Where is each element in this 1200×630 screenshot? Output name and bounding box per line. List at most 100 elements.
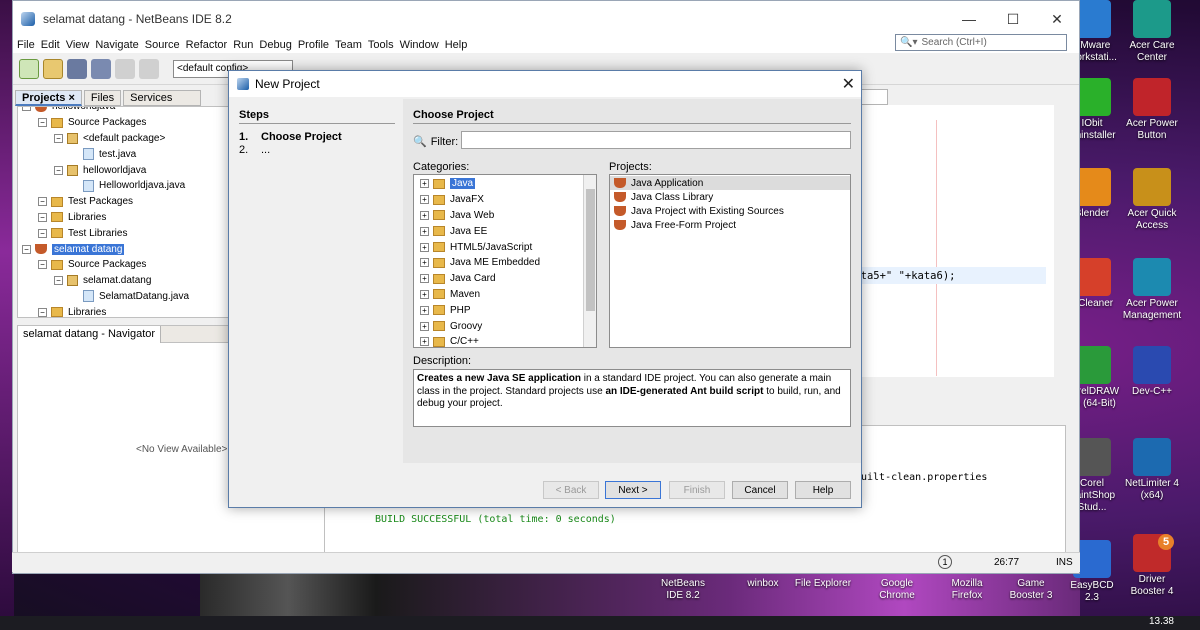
desktop-icon[interactable]: Dev-C++: [1122, 346, 1182, 398]
tree-node[interactable]: SelamatDatang.java: [18, 289, 231, 305]
category-item[interactable]: + HTML5/JavaScript: [414, 239, 596, 255]
tree-node[interactable]: − selamat datang: [18, 241, 231, 257]
minimize-button[interactable]: —: [947, 11, 991, 27]
expand-toggle-icon[interactable]: +: [420, 337, 429, 347]
menu-profile[interactable]: Profile: [298, 39, 329, 51]
expand-toggle-icon[interactable]: +: [420, 195, 429, 205]
open-project-icon[interactable]: [67, 58, 87, 79]
expand-toggle-icon[interactable]: +: [420, 274, 429, 284]
tree-node[interactable]: − Test Packages: [18, 194, 231, 210]
scrollbar-thumb[interactable]: [586, 189, 595, 311]
expand-toggle-icon[interactable]: −: [38, 307, 47, 317]
category-item[interactable]: + Maven: [414, 287, 596, 303]
menu-debug[interactable]: Debug: [259, 39, 291, 51]
tab-close-icon[interactable]: ×: [68, 92, 74, 104]
desktop-icon-label[interactable]: File Explorer: [792, 578, 854, 590]
menu-view[interactable]: View: [66, 39, 90, 51]
tree-node[interactable]: − helloworldjava: [18, 107, 231, 115]
expand-toggle-icon[interactable]: −: [38, 212, 47, 222]
redo-icon[interactable]: [139, 58, 159, 79]
expand-toggle-icon[interactable]: +: [420, 242, 429, 252]
menu-team[interactable]: Team: [335, 39, 362, 51]
category-item[interactable]: + Java: [414, 176, 596, 192]
expand-toggle-icon[interactable]: +: [420, 258, 429, 268]
menu-tools[interactable]: Tools: [368, 39, 394, 51]
desktop-icon-label[interactable]: Game Booster 3: [1000, 578, 1062, 602]
categories-list[interactable]: + Java + JavaFX + Java Web + Java EE + HTML5/Java…: [413, 174, 597, 348]
menu-run[interactable]: Run: [233, 39, 253, 51]
notification-badge[interactable]: 1: [938, 555, 952, 569]
desktop-icon[interactable]: Acer Care Center: [1122, 0, 1182, 64]
category-item[interactable]: + Java ME Embedded: [414, 255, 596, 271]
tree-node[interactable]: − Source Packages: [18, 115, 231, 131]
undo-icon[interactable]: [115, 58, 135, 79]
new-file-icon[interactable]: [19, 58, 39, 79]
expand-toggle-icon[interactable]: +: [420, 321, 429, 331]
search-input[interactable]: 🔍▾ Search (Ctrl+I): [895, 34, 1067, 51]
tree-node[interactable]: − helloworldjava: [18, 162, 231, 178]
category-item[interactable]: + Java Card: [414, 271, 596, 287]
desktop-icon-label[interactable]: Mozilla Firefox: [936, 578, 998, 602]
expand-toggle-icon[interactable]: +: [420, 226, 429, 236]
tree-node[interactable]: − Test Libraries: [18, 225, 231, 241]
expand-toggle-icon[interactable]: −: [38, 118, 47, 128]
back-button[interactable]: < Back: [543, 481, 599, 499]
menu-navigate[interactable]: Navigate: [95, 39, 138, 51]
close-window-button[interactable]: ✕: [1035, 11, 1079, 28]
project-type-item[interactable]: Java Class Library: [610, 190, 850, 204]
tree-node[interactable]: test.java: [18, 146, 231, 162]
dialog-close-icon[interactable]: ✕: [842, 74, 855, 94]
new-project-icon[interactable]: [43, 58, 63, 79]
expand-toggle-icon[interactable]: −: [38, 228, 47, 238]
expand-toggle-icon[interactable]: +: [420, 210, 429, 220]
next-button[interactable]: Next >: [605, 481, 661, 499]
tree-node[interactable]: − selamat.datang: [18, 273, 231, 289]
help-button[interactable]: Help: [795, 481, 851, 499]
finish-button[interactable]: Finish: [669, 481, 725, 499]
menu-file[interactable]: File: [17, 39, 35, 51]
project-type-item[interactable]: Java Project with Existing Sources: [610, 204, 850, 218]
expand-toggle-icon[interactable]: +: [420, 305, 429, 315]
tree-node[interactable]: Helloworldjava.java: [18, 178, 231, 194]
desktop-icon-label[interactable]: winbox: [732, 578, 794, 590]
menu-help[interactable]: Help: [445, 39, 468, 51]
projects-list[interactable]: Java Application Java Class Library Java P…: [609, 174, 851, 348]
navigator-title[interactable]: selamat datang - Navigator: [18, 325, 162, 343]
save-all-icon[interactable]: [91, 58, 111, 79]
category-item[interactable]: + Java Web: [414, 208, 596, 224]
expand-toggle-icon[interactable]: −: [22, 244, 31, 254]
tab-services[interactable]: Services: [123, 90, 202, 106]
tree-node[interactable]: − Libraries: [18, 210, 231, 226]
desktop-icon[interactable]: Acer Quick Access: [1122, 168, 1182, 232]
expand-toggle-icon[interactable]: −: [54, 165, 63, 175]
category-item[interactable]: + JavaFX: [414, 192, 596, 208]
categories-scrollbar[interactable]: [583, 175, 596, 347]
category-item[interactable]: + PHP: [414, 302, 596, 318]
project-type-item[interactable]: Java Free-Form Project: [610, 218, 850, 232]
desktop-icon[interactable]: NetLimiter 4 (x64): [1122, 438, 1182, 502]
desktop-icon-label[interactable]: Google Chrome: [866, 578, 928, 602]
tree-node[interactable]: − Source Packages: [18, 257, 231, 273]
expand-toggle-icon[interactable]: −: [38, 260, 47, 270]
expand-toggle-icon[interactable]: +: [420, 289, 429, 299]
category-item[interactable]: + Java EE: [414, 223, 596, 239]
menu-source[interactable]: Source: [145, 39, 180, 51]
expand-toggle-icon[interactable]: −: [54, 133, 63, 143]
maximize-button[interactable]: ☐: [991, 11, 1035, 28]
category-item[interactable]: + Groovy: [414, 318, 596, 334]
menu-refactor[interactable]: Refactor: [186, 39, 228, 51]
tab-files[interactable]: Files: [83, 90, 122, 106]
code-editor[interactable]: [842, 105, 1054, 377]
desktop-icon[interactable]: Acer Power Management: [1122, 258, 1182, 322]
category-item[interactable]: + C/C++: [414, 334, 596, 347]
filter-input[interactable]: [461, 131, 851, 149]
tree-node[interactable]: − <default package>: [18, 131, 231, 147]
menu-window[interactable]: Window: [400, 39, 439, 51]
tab-projects[interactable]: Projects ×: [15, 90, 82, 106]
project-type-item[interactable]: Java Application: [610, 176, 850, 190]
menu-edit[interactable]: Edit: [41, 39, 60, 51]
expand-toggle-icon[interactable]: −: [22, 107, 31, 112]
expand-toggle-icon[interactable]: +: [420, 179, 429, 189]
expand-toggle-icon[interactable]: −: [38, 197, 47, 207]
tree-node[interactable]: − Libraries: [18, 304, 231, 317]
